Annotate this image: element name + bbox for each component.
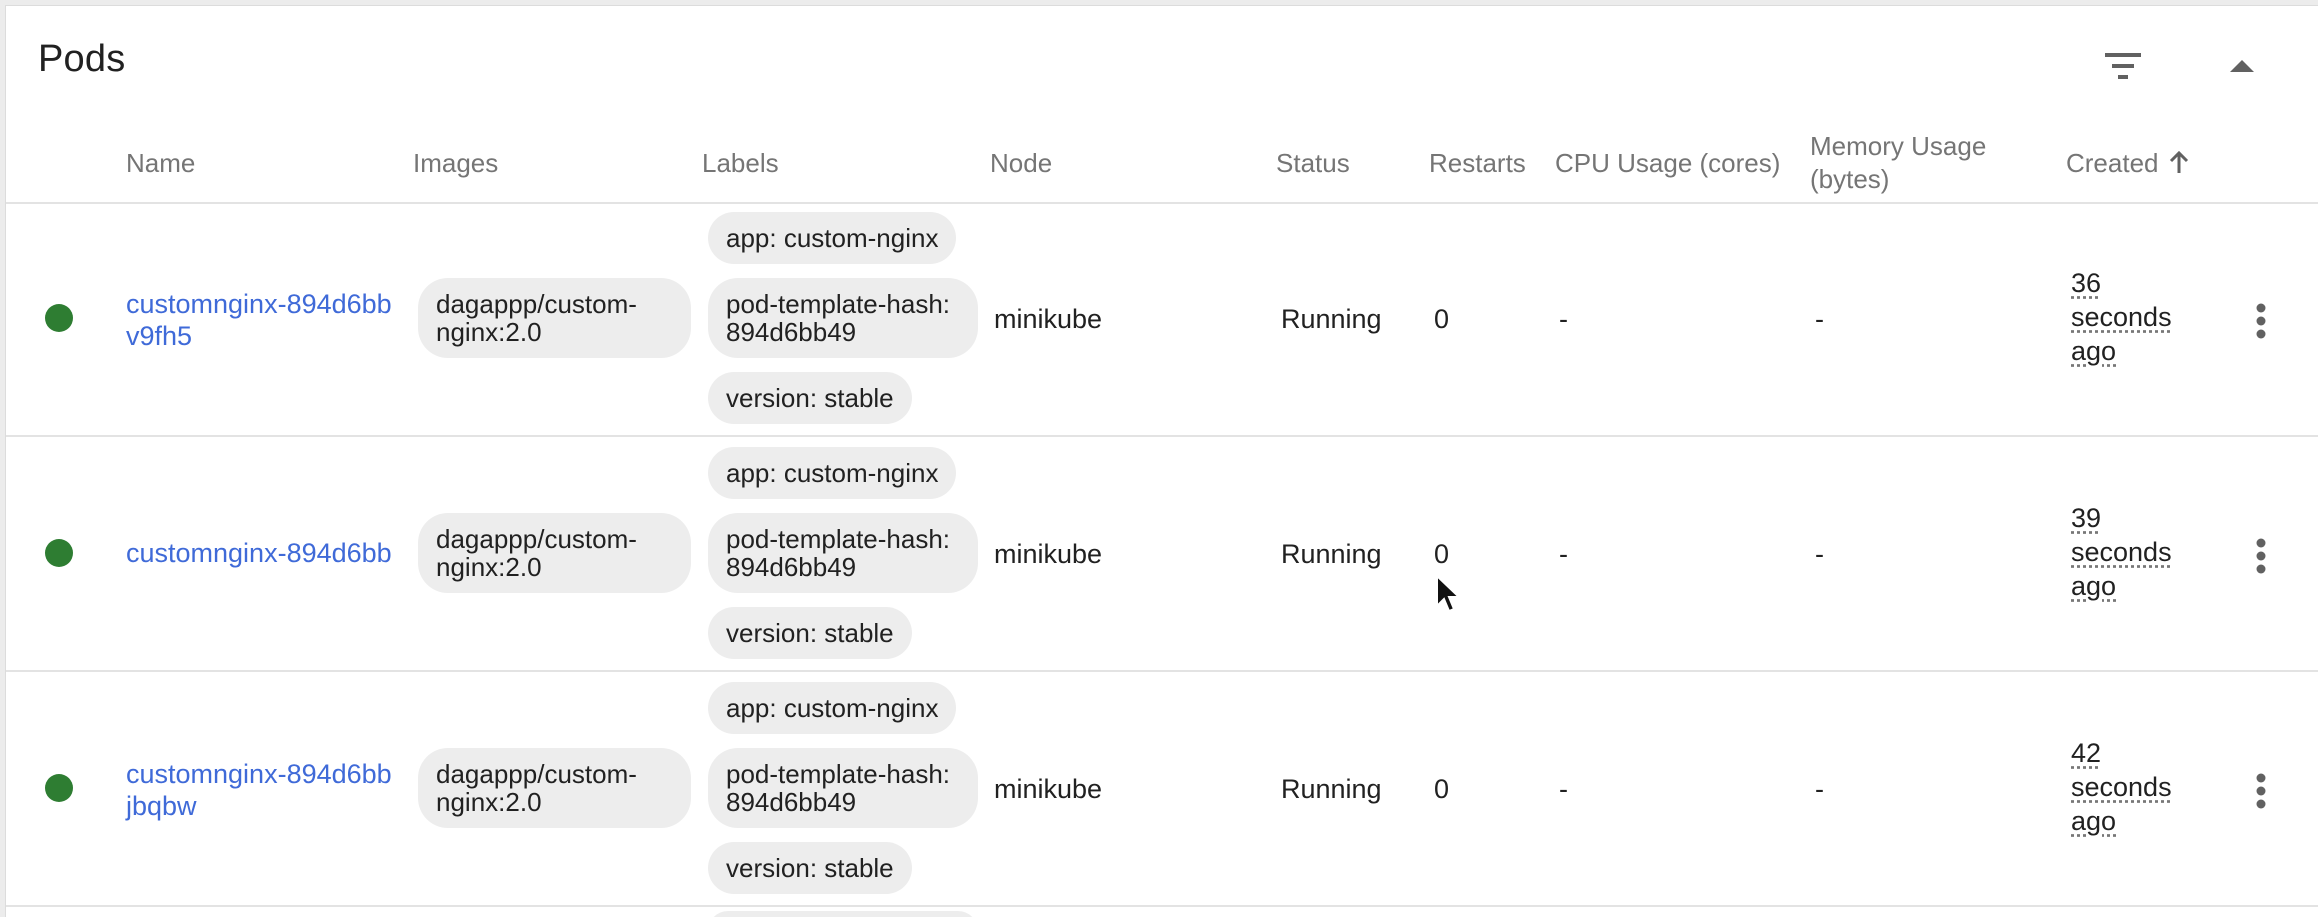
pod-name-line1: customnginx-894d6bb <box>126 759 392 789</box>
pod-name-link[interactable]: customnginx-894d6bb v9fh5 <box>126 288 416 352</box>
restarts-value: 0 <box>1434 774 1450 804</box>
status-running-icon <box>45 774 73 802</box>
panel-header: Pods <box>6 6 2318 124</box>
row-menu-button[interactable] <box>2243 526 2279 586</box>
label-chip-hash: pod-template-hash: 894d6bb49 <box>708 278 978 358</box>
label-chip-app: app: custom-nginx <box>708 447 957 499</box>
mouse-pointer-icon <box>1436 574 1461 613</box>
restarts-value: 0 <box>1434 539 1450 569</box>
pod-name-line1: customnginx-894d6bb <box>126 538 392 568</box>
label-chip-hash: pod-template-hash: 894d6bb49 <box>708 513 978 593</box>
status-running-icon <box>45 304 73 332</box>
arrow-up-icon <box>2169 151 2189 175</box>
pods-panel: Pods Name Images Labels Node Status Rest… <box>5 5 2318 917</box>
memory-value: - <box>1815 539 1824 569</box>
cpu-value: - <box>1559 774 1568 804</box>
status-value: Running <box>1281 539 1382 569</box>
image-chip: dagappp/custom-nginx:2.0 <box>418 278 691 358</box>
label-chip-partial <box>708 911 978 917</box>
created-value: 39 seconds ago <box>2071 503 2172 601</box>
pod-name-line2: jbqbw <box>126 791 197 821</box>
row-menu-button[interactable] <box>2243 761 2279 821</box>
label-chip-hash: pod-template-hash: 894d6bb49 <box>708 748 978 828</box>
table-header: Name Images Labels Node Status Restarts … <box>6 124 2318 204</box>
image-chip: dagappp/custom-nginx:2.0 <box>418 748 691 828</box>
more-vert-icon <box>2256 303 2266 339</box>
column-header-memory-line2: (bytes) <box>1810 164 1890 194</box>
image-chip: dagappp/custom-nginx:2.0 <box>418 513 691 593</box>
pod-name-line2: v9fh5 <box>126 321 193 351</box>
column-header-created[interactable]: Created <box>2066 124 2189 202</box>
created-value: 42 seconds ago <box>2071 738 2172 836</box>
memory-value: - <box>1815 774 1824 804</box>
column-header-memory-line1: Memory Usage <box>1810 131 1987 161</box>
column-header-cpu: CPU Usage (cores) <box>1555 147 1781 178</box>
column-header-created-label: Created <box>2066 147 2159 178</box>
column-header-name[interactable]: Name <box>126 124 195 202</box>
node-value: minikube <box>994 304 1103 334</box>
cpu-value: - <box>1559 539 1568 569</box>
node-value: minikube <box>994 774 1103 804</box>
panel-title: Pods <box>38 38 126 80</box>
table-row: customnginx-894d6bb v9fh5 dagappp/custom… <box>6 202 2318 437</box>
more-vert-icon <box>2256 773 2266 809</box>
column-header-memory: Memory Usage (bytes) <box>1810 124 1986 202</box>
label-chip-version: version: stable <box>708 607 912 659</box>
node-value: minikube <box>994 539 1103 569</box>
label-chip-app: app: custom-nginx <box>708 212 957 264</box>
column-header-restarts: Restarts <box>1429 147 1526 178</box>
filter-button[interactable] <box>2093 36 2153 96</box>
cpu-value: - <box>1559 304 1568 334</box>
column-header-node[interactable]: Node <box>990 124 1052 202</box>
row-menu-button[interactable] <box>2243 291 2279 351</box>
status-value: Running <box>1281 774 1382 804</box>
more-vert-icon <box>2256 538 2266 574</box>
table-row: customnginx-894d6bb dagappp/custom-nginx… <box>6 437 2318 672</box>
column-header-status: Status <box>1276 147 1350 178</box>
pod-name-link[interactable]: customnginx-894d6bb jbqbw <box>126 758 416 822</box>
column-header-labels: Labels <box>702 147 779 178</box>
pod-name-line1: customnginx-894d6bb <box>126 289 392 319</box>
restarts-value: 0 <box>1434 304 1450 334</box>
status-value: Running <box>1281 304 1382 334</box>
caret-up-icon <box>2230 60 2254 72</box>
memory-value: - <box>1815 304 1824 334</box>
created-value: 36 seconds ago <box>2071 268 2172 366</box>
label-chip-version: version: stable <box>708 842 912 894</box>
table-row: customnginx-894d6bb jbqbw dagappp/custom… <box>6 672 2318 907</box>
status-running-icon <box>45 539 73 567</box>
column-header-images: Images <box>413 147 499 178</box>
pod-name-link[interactable]: customnginx-894d6bb <box>126 537 416 569</box>
collapse-button[interactable] <box>2212 36 2272 96</box>
filter-icon <box>2105 53 2141 79</box>
label-chip-app: app: custom-nginx <box>708 682 957 734</box>
label-chip-version: version: stable <box>708 372 912 424</box>
